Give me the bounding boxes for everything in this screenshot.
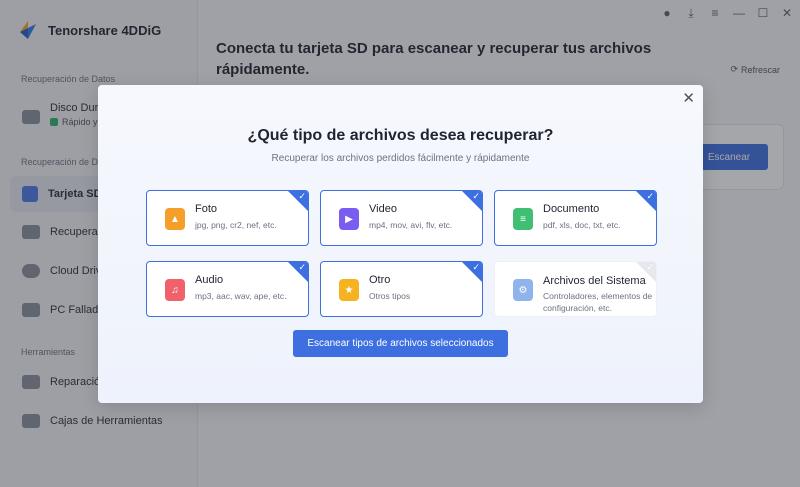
close-dialog-icon[interactable]: ✕ bbox=[682, 89, 695, 107]
file-type-title: Archivos del Sistema bbox=[543, 275, 646, 287]
photo-icon: ▲ bbox=[165, 208, 185, 230]
file-type-desc: mp4, mov, avi, flv, etc. bbox=[369, 220, 453, 230]
file-type-photo[interactable]: ▲ Foto jpg, png, cr2, nef, etc. ✓ bbox=[146, 190, 309, 246]
checkmark-icon: ✓ bbox=[472, 262, 480, 272]
file-type-desc: pdf, xls, doc, txt, etc. bbox=[543, 220, 621, 230]
dialog-title: ¿Qué tipo de archivos desea recuperar? bbox=[247, 127, 554, 144]
file-type-audio[interactable]: ♫ Audio mp3, aac, wav, ape, etc. ✓ bbox=[146, 261, 309, 317]
checkmark-icon: ✓ bbox=[298, 262, 306, 272]
music-icon: ♫ bbox=[165, 279, 185, 301]
star-icon: ★ bbox=[339, 279, 359, 301]
video-icon: ▶ bbox=[339, 208, 359, 230]
file-type-title: Documento bbox=[543, 203, 600, 215]
checkmark-icon: ✓ bbox=[646, 262, 654, 272]
file-type-system[interactable]: ⚙ Archivos del Sistema Controladores, el… bbox=[494, 261, 657, 317]
file-type-desc: jpg, png, cr2, nef, etc. bbox=[195, 220, 277, 230]
file-type-document[interactable]: ≡ Documento pdf, xls, doc, txt, etc. ✓ bbox=[494, 190, 657, 246]
dialog-subtitle: Recuperar los archivos perdidos fácilmen… bbox=[271, 153, 530, 164]
checkmark-icon: ✓ bbox=[298, 191, 306, 201]
file-type-title: Otro bbox=[369, 274, 391, 286]
document-icon: ≡ bbox=[513, 208, 533, 230]
file-type-title: Video bbox=[369, 203, 397, 215]
file-type-desc: Otros tipos bbox=[369, 291, 411, 301]
gear-icon: ⚙ bbox=[513, 279, 533, 301]
file-type-video[interactable]: ▶ Video mp4, mov, avi, flv, etc. ✓ bbox=[320, 190, 483, 246]
file-type-dialog: ✕ ¿Qué tipo de archivos desea recuperar?… bbox=[98, 85, 703, 403]
checkmark-icon: ✓ bbox=[472, 191, 480, 201]
file-type-desc: mp3, aac, wav, ape, etc. bbox=[195, 291, 287, 301]
scan-selected-types-button[interactable]: Escanear tipos de archivos seleccionados bbox=[293, 330, 508, 357]
checkmark-icon: ✓ bbox=[646, 191, 654, 201]
file-type-title: Audio bbox=[195, 274, 224, 286]
file-type-desc: Controladores, elementos de configuració… bbox=[543, 291, 653, 313]
file-type-other[interactable]: ★ Otro Otros tipos ✓ bbox=[320, 261, 483, 317]
file-type-title: Foto bbox=[195, 203, 218, 215]
